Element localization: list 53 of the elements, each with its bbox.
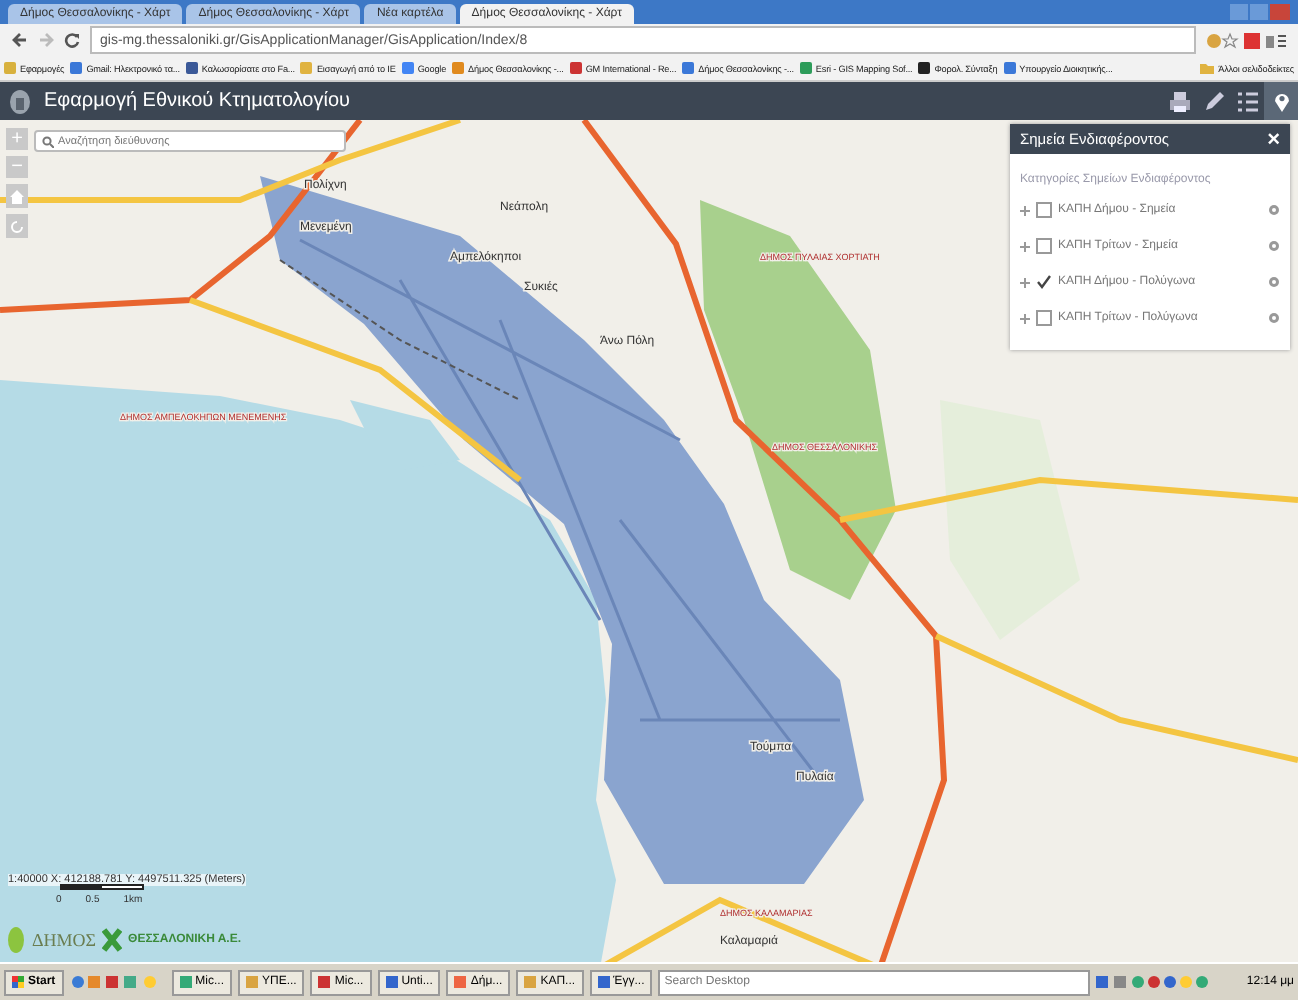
helmet-logo-icon [8,87,32,115]
bookmark-icon [799,62,812,74]
leaf-logo-icon [6,926,26,955]
search-icon [42,136,54,148]
checkbox[interactable] [1036,202,1052,218]
expand-icon[interactable] [1020,241,1030,251]
home-icon [10,189,24,203]
back-arrow-icon[interactable] [12,32,28,48]
layer-settings-icon[interactable] [1268,312,1280,324]
home-button[interactable] [6,184,28,208]
expand-icon[interactable] [1020,313,1030,323]
app-icon [597,976,610,989]
toolbar-button[interactable] [1264,82,1298,120]
close-button[interactable]: × [1267,127,1280,151]
map-pin-icon [1269,89,1293,113]
checkbox[interactable] [1036,274,1052,290]
list-icon [1235,89,1259,113]
layer-settings-icon[interactable] [1268,204,1280,216]
app-icon [318,976,331,989]
bookmark-icon [4,62,16,74]
checkbox[interactable] [1036,238,1052,254]
bookmark-icon [300,62,313,74]
bookmark-icon [185,62,198,74]
folder-icon [1200,62,1215,74]
app-icon [454,976,467,989]
app-icon [385,976,398,989]
bookmark-icon [569,62,582,74]
bookmark-icon [918,62,931,74]
layer-settings-icon[interactable] [1268,276,1280,288]
app-icon [524,976,537,989]
refresh-button[interactable] [6,214,28,238]
printer-icon [1167,89,1191,113]
reload-icon[interactable] [64,32,80,48]
forward-arrow-icon[interactable] [38,32,54,48]
windows-flag-icon [12,976,24,989]
bookmark-icon [1003,62,1016,74]
bookmark-icon [70,62,83,74]
scale-bar-icon [60,884,144,891]
app-icon [246,976,259,989]
expand-icon[interactable] [1020,277,1030,287]
checkbox[interactable] [1036,310,1052,326]
app-icon [179,976,192,989]
layer-settings-icon[interactable] [1268,240,1280,252]
logo-text: ΔΗΜΟΣ [32,930,97,951]
bookmark-icon [682,62,695,74]
cross-logo-icon [102,928,123,953]
bookmark-icon [452,62,465,74]
bookmark-icon [401,62,414,74]
app-title: Εφαρμογή Εθνικού Κτηματολογίου [44,90,350,112]
pencil-icon [1201,89,1225,113]
window-controls-icon[interactable] [1230,4,1290,20]
extension-icons[interactable] [1206,31,1286,49]
expand-icon[interactable] [1020,205,1030,215]
